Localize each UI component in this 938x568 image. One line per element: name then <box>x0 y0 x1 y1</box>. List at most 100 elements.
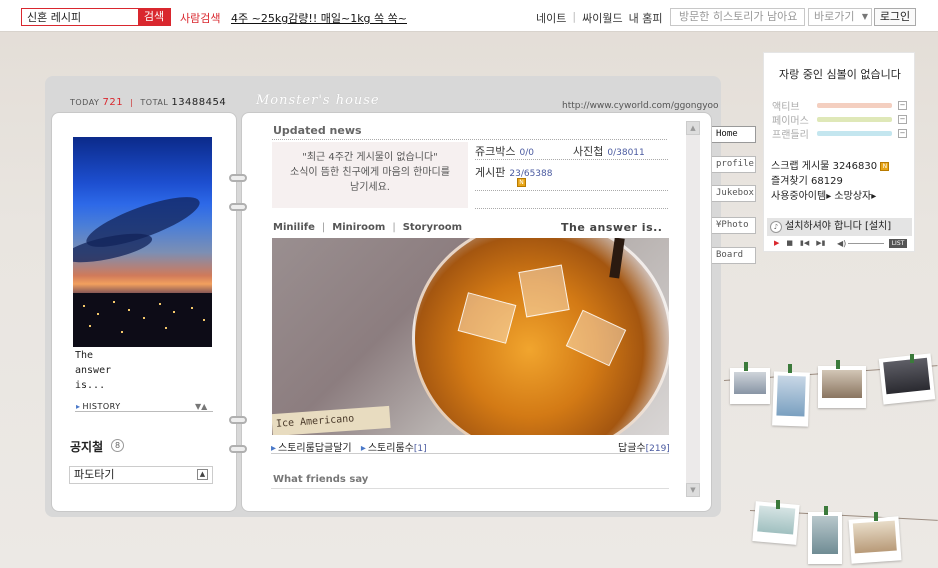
wish-box-link[interactable]: 소망상자 <box>834 191 871 202</box>
gauge-famous-label: 페이머스 <box>772 116 809 127</box>
profile-photo <box>73 137 212 347</box>
new-badge-icon: N <box>880 161 890 171</box>
divider <box>475 208 668 209</box>
tab-photo[interactable]: ¥Photo <box>712 217 756 234</box>
gauge-toggle-icon[interactable]: − <box>898 101 907 110</box>
gauge-famous-bar <box>817 117 892 122</box>
clothes-pin <box>788 364 792 373</box>
stop-icon[interactable]: ■ <box>786 239 793 247</box>
divider <box>272 139 667 140</box>
separator: | <box>392 222 396 233</box>
music-note-icon: ♪ <box>770 221 782 233</box>
stat-jukebox[interactable]: 쥬크박스 0/0 <box>475 143 534 159</box>
bgm-install-message: 설치하셔야 합니다 [설치] <box>785 221 892 232</box>
decor-photo <box>848 516 902 564</box>
binder-ring <box>229 203 247 211</box>
stat-label: 사진첩 <box>573 145 604 158</box>
tab-miniroom[interactable]: Miniroom <box>332 222 385 233</box>
profile-message: The answer is... <box>75 350 112 391</box>
tab-jukebox[interactable]: Jukebox <box>712 185 756 202</box>
scrollbar[interactable]: ▲ ▼ <box>686 121 700 497</box>
decor-photo <box>818 366 866 408</box>
my-home-link[interactable]: 내 홈피 <box>629 10 663 26</box>
divider <box>271 488 669 489</box>
nate-link[interactable]: 네이트 <box>536 10 566 26</box>
playlist-button[interactable]: LIST <box>889 239 907 248</box>
bgm-bar[interactable]: ♪ 설치하셔야 합니다 [설치] <box>767 218 912 236</box>
news-empty-line: 소식이 뜸한 친구에게 마음의 한마디를 <box>290 167 450 178</box>
tab-storyroom[interactable]: Storyroom <box>403 222 462 233</box>
bgm-player-controls: ▶ ■ ▮◀ ▶▮ <box>774 239 826 247</box>
binder-ring <box>229 416 247 424</box>
miniroom-image[interactable]: Ice Americano <box>272 238 669 435</box>
favorite-label: 즐겨찾기 <box>771 176 808 187</box>
scroll-down-icon[interactable]: ▼ <box>686 483 700 497</box>
gauge-friendly-label: 프랜들리 <box>772 130 809 141</box>
triangle-icon: ▸ <box>871 191 877 202</box>
divider <box>75 411 213 412</box>
people-search-link[interactable]: 사람검색 <box>180 10 220 26</box>
decor-photo <box>772 371 810 427</box>
tab-profile[interactable]: profile <box>712 156 756 173</box>
favorite-stat[interactable]: 즐겨찾기 68129 <box>771 172 843 187</box>
volume-slider[interactable] <box>848 243 884 244</box>
total-label: TOTAL <box>140 98 169 107</box>
volume-icon[interactable]: ◀) <box>837 239 846 248</box>
play-icon[interactable]: ▶ <box>774 239 779 247</box>
triangle-icon: ▸ <box>826 191 832 202</box>
history-dropdown[interactable]: 방문한 히스토리가 남아요 <box>670 8 805 26</box>
top-links: 네이트 | 싸이월드 내 홈피 <box>536 10 662 26</box>
previous-icon[interactable]: ▮◀ <box>800 239 809 247</box>
stat-board[interactable]: 게시판 23/65388 <box>475 164 553 180</box>
miniroom-title: The answer is.. <box>561 221 663 234</box>
search-button[interactable]: 검색 <box>138 9 170 25</box>
clothes-pin <box>910 354 914 363</box>
scrap-label: 스크랩 게시물 <box>771 161 830 172</box>
separator: | <box>572 10 577 23</box>
decor-photo <box>878 353 936 405</box>
updated-news-title: Updated news <box>273 124 362 137</box>
tab-home[interactable]: Home <box>712 126 756 143</box>
headline-link[interactable]: 4주 ~25kg감량!! 매일~1kg 쏙 쏙~ <box>231 10 407 26</box>
decor-photo <box>730 368 770 404</box>
story-links: ▸ 스토리룸답글달기 ▸ 스토리룸수[1] <box>271 439 427 454</box>
clothes-pin <box>874 512 878 521</box>
clothes-pin <box>776 500 780 509</box>
items-links: 사용중아이템▸ 소망상자▸ <box>771 187 876 202</box>
home-url[interactable]: http://www.cyworld.com/ggongyoo <box>562 101 719 111</box>
gauge-toggle-icon[interactable]: − <box>898 129 907 138</box>
items-link[interactable]: 사용중아이템 <box>771 191 826 202</box>
divider <box>271 453 669 454</box>
home-title: Monster's house <box>256 93 380 108</box>
history-toggle-icon[interactable]: ▼▲ <box>195 402 207 411</box>
symbol-message: 자랑 중인 심볼이 없습니다 <box>779 68 901 81</box>
new-badge-icon: N <box>517 178 526 187</box>
cyworld-link[interactable]: 싸이월드 <box>582 10 622 26</box>
notice-badge-icon[interactable]: 8 <box>111 439 124 452</box>
search-input[interactable] <box>22 9 138 25</box>
history-link[interactable]: HISTORY <box>76 402 121 411</box>
scrap-stat[interactable]: 스크랩 게시물 3246830 N <box>771 157 890 172</box>
gauge-toggle-icon[interactable]: − <box>898 115 907 124</box>
next-icon[interactable]: ▶▮ <box>816 239 825 247</box>
login-button[interactable]: 로그인 <box>874 8 916 26</box>
tab-board[interactable]: Board <box>712 247 756 264</box>
binder-ring <box>229 445 247 453</box>
chevron-up-icon[interactable]: ▲ <box>197 469 208 480</box>
gauge-active-bar <box>817 103 892 108</box>
scrap-count: 3246830 <box>832 161 878 172</box>
stat-album[interactable]: 사진첩 0/38011 <box>573 143 645 159</box>
image-caption: Ice Americano <box>272 405 391 435</box>
clothes-pin <box>744 362 748 371</box>
wave-surf-dropdown[interactable]: 파도타기 ▲ <box>69 466 213 484</box>
friends-say-title: What friends say <box>273 474 369 485</box>
stat-count: 0/0 <box>519 148 534 158</box>
goto-dropdown[interactable]: 바로가기 ▼ <box>808 8 872 26</box>
tab-minilife[interactable]: Minilife <box>273 222 315 233</box>
reply-count[interactable]: 답글수[219] <box>618 439 670 454</box>
scroll-up-icon[interactable]: ▲ <box>686 121 700 135</box>
gauge-active-label: 액티브 <box>772 102 800 113</box>
top-bar: 검색 사람검색 4주 ~25kg감량!! 매일~1kg 쏙 쏙~ 네이트 | 싸… <box>0 0 938 32</box>
stat-count: 0/38011 <box>607 148 645 158</box>
visitor-counter: TODAY 721 | TOTAL 13488454 <box>70 97 226 108</box>
